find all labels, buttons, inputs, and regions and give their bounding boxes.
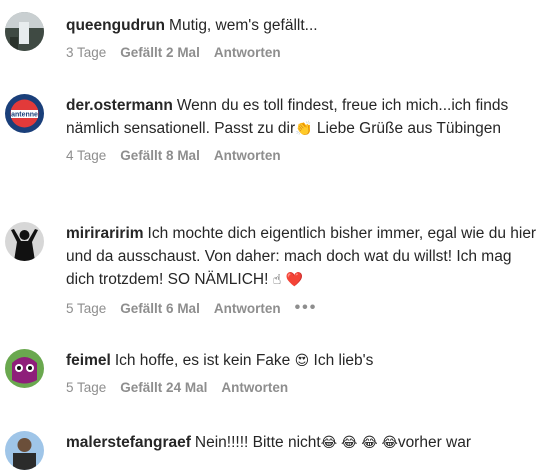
- tears-of-joy-icon: 😂 😂 😂 😂: [320, 434, 398, 450]
- pointing-up-icon: ☝: [272, 271, 282, 287]
- comment-body: Ich hoffe, es ist kein Fake: [114, 352, 291, 369]
- likes-count[interactable]: Gefällt 2 Mal: [120, 45, 200, 60]
- user-avatar[interactable]: [5, 222, 44, 261]
- comment-meta: 5 Tage Gefällt 6 Mal Antworten •••: [66, 299, 537, 317]
- comment-text: queengudrun Mutig, wem's gefällt...: [66, 14, 537, 37]
- more-options-icon[interactable]: •••: [295, 299, 318, 317]
- comment-timestamp[interactable]: 5 Tage: [66, 380, 106, 395]
- comment-username[interactable]: feimel: [66, 352, 111, 369]
- comment-text: feimel Ich hoffe, es ist kein Fake 😍 Ich …: [66, 349, 537, 372]
- comment-body-continued: Liebe Grüße aus Tübingen: [312, 120, 502, 137]
- user-avatar[interactable]: [5, 12, 44, 51]
- comment-timestamp[interactable]: 3 Tage: [66, 45, 106, 60]
- comment-username[interactable]: miriraririm: [66, 225, 144, 242]
- heart-eyes-icon: 😍: [294, 352, 310, 368]
- user-avatar[interactable]: antenne: [5, 94, 44, 133]
- likes-count[interactable]: Gefällt 24 Mal: [120, 380, 207, 395]
- reply-button[interactable]: Antworten: [214, 148, 281, 163]
- reply-button[interactable]: Antworten: [214, 45, 281, 60]
- red-heart-icon: ❤️: [285, 271, 304, 287]
- comment-body-continued: Ich lieb's: [309, 352, 374, 369]
- comment-text: der.ostermann Wenn du es toll findest, fr…: [66, 94, 537, 140]
- comment-timestamp[interactable]: 4 Tage: [66, 148, 106, 163]
- svg-text:antenne: antenne: [11, 112, 38, 119]
- comment-meta: 3 Tage Gefällt 2 Mal Antworten: [66, 45, 537, 60]
- comment-meta: 4 Tage Gefällt 8 Mal Antworten: [66, 148, 537, 163]
- reply-button[interactable]: Antworten: [214, 301, 281, 316]
- comment-username[interactable]: queengudrun: [66, 17, 165, 34]
- comment-meta: 5 Tage Gefällt 24 Mal Antworten: [66, 380, 537, 395]
- reply-button[interactable]: Antworten: [221, 380, 288, 395]
- comment-text: malerstefangraef Nein!!!!! Bitte nicht😂 😂…: [66, 431, 537, 454]
- user-avatar[interactable]: [5, 349, 44, 388]
- comment-text: miriraririm Ich mochte dich eigentlich bi…: [66, 222, 537, 291]
- likes-count[interactable]: Gefällt 6 Mal: [120, 301, 200, 316]
- comment-body: Mutig, wem's gefällt...: [169, 17, 318, 34]
- comment-username[interactable]: der.ostermann: [66, 97, 173, 114]
- comment-body: Nein!!!!! Bitte nicht: [194, 434, 321, 451]
- clapping-hands-icon: 👏: [295, 120, 313, 136]
- comment-username[interactable]: malerstefangraef: [66, 434, 191, 451]
- likes-count[interactable]: Gefällt 8 Mal: [120, 148, 200, 163]
- comment-body-continued: vorher war: [397, 434, 472, 451]
- user-avatar[interactable]: [5, 431, 44, 470]
- comment-timestamp[interactable]: 5 Tage: [66, 301, 106, 316]
